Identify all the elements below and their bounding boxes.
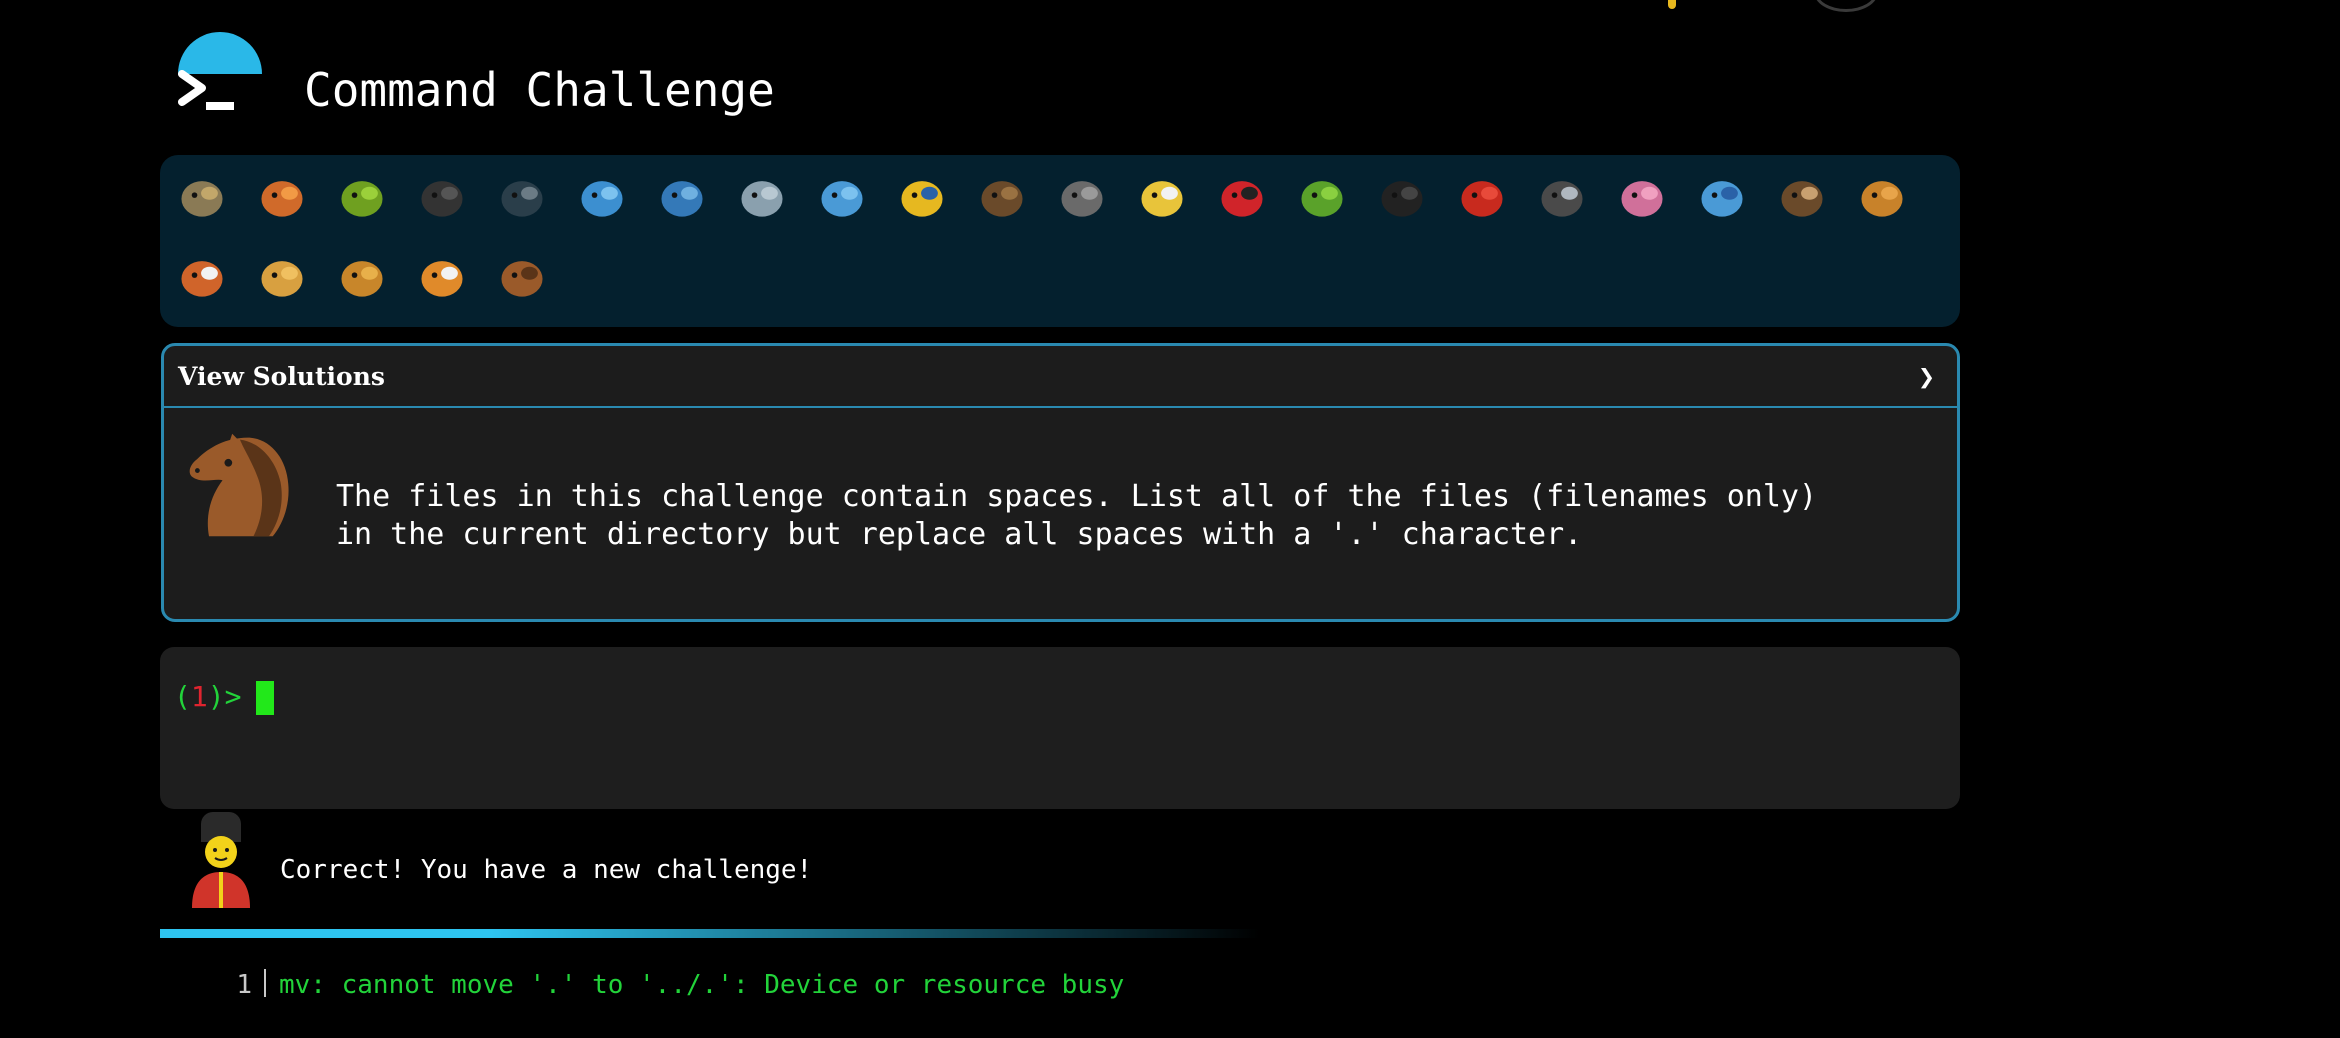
output-gutter xyxy=(264,969,266,997)
spider-web-icon[interactable] xyxy=(492,167,552,227)
horse-icon xyxy=(189,433,289,537)
cat-icon[interactable] xyxy=(252,247,312,307)
lion-icon[interactable] xyxy=(332,247,392,307)
prompt-close: )> xyxy=(207,680,259,713)
chevron-right-icon: ❯ xyxy=(1918,360,1935,393)
caterpillar-icon[interactable] xyxy=(332,167,392,227)
decorative-circle xyxy=(1814,0,1878,12)
ant-icon[interactable] xyxy=(412,167,472,227)
butterfly-icon[interactable] xyxy=(252,167,312,227)
bee-icon[interactable] xyxy=(1132,167,1192,227)
feedback-message: Correct! You have a new challenge! xyxy=(280,855,813,885)
progress-bar xyxy=(160,929,1260,938)
tropical-fish-icon[interactable] xyxy=(892,167,952,227)
fish-icon[interactable] xyxy=(812,167,872,227)
guard-icon xyxy=(192,812,250,908)
wolf-icon[interactable] xyxy=(1052,167,1112,227)
microbe-icon[interactable] xyxy=(1692,167,1752,227)
whale-icon[interactable] xyxy=(572,167,632,227)
fly-icon[interactable] xyxy=(1532,167,1592,227)
challenge-progress-strip xyxy=(160,155,1960,327)
monkey-icon[interactable] xyxy=(1772,167,1832,227)
spider-icon[interactable] xyxy=(1372,167,1432,227)
fox-icon[interactable] xyxy=(172,247,232,307)
solutions-panel: View Solutions ❯ The files in this chall… xyxy=(161,343,1960,622)
terminal[interactable]: (1)> xyxy=(160,647,1960,809)
prompt-number: 1 xyxy=(190,680,208,713)
ladybug-icon[interactable] xyxy=(1212,167,1272,227)
output-line-number: 1 xyxy=(236,970,252,1000)
worm-icon[interactable] xyxy=(1612,167,1672,227)
prompt-open: ( xyxy=(174,680,191,713)
snail-icon[interactable] xyxy=(172,167,232,227)
shark-icon[interactable] xyxy=(732,167,792,227)
tiger-icon[interactable] xyxy=(412,247,472,307)
view-solutions-toggle[interactable]: View Solutions ❯ xyxy=(164,346,1957,408)
decorative-shape xyxy=(1668,0,1676,9)
view-solutions-label: View Solutions xyxy=(178,362,385,391)
terminal-prompt: (1)> xyxy=(174,682,258,712)
cricket-icon[interactable] xyxy=(1292,167,1352,227)
dog-icon[interactable] xyxy=(1852,167,1912,227)
dolphin-icon[interactable] xyxy=(652,167,712,227)
terminal-prompt-icon xyxy=(178,70,234,110)
blowfish-icon[interactable] xyxy=(972,167,1032,227)
challenge-description: The files in this challenge contain spac… xyxy=(336,479,1818,552)
terminal-cursor xyxy=(256,681,274,715)
horse-icon[interactable] xyxy=(492,247,552,307)
output-line: mv: cannot move '.' to '../.': Device or… xyxy=(279,970,1125,1000)
page-title: Command Challenge xyxy=(304,63,775,117)
scorpion-icon[interactable] xyxy=(1452,167,1512,227)
